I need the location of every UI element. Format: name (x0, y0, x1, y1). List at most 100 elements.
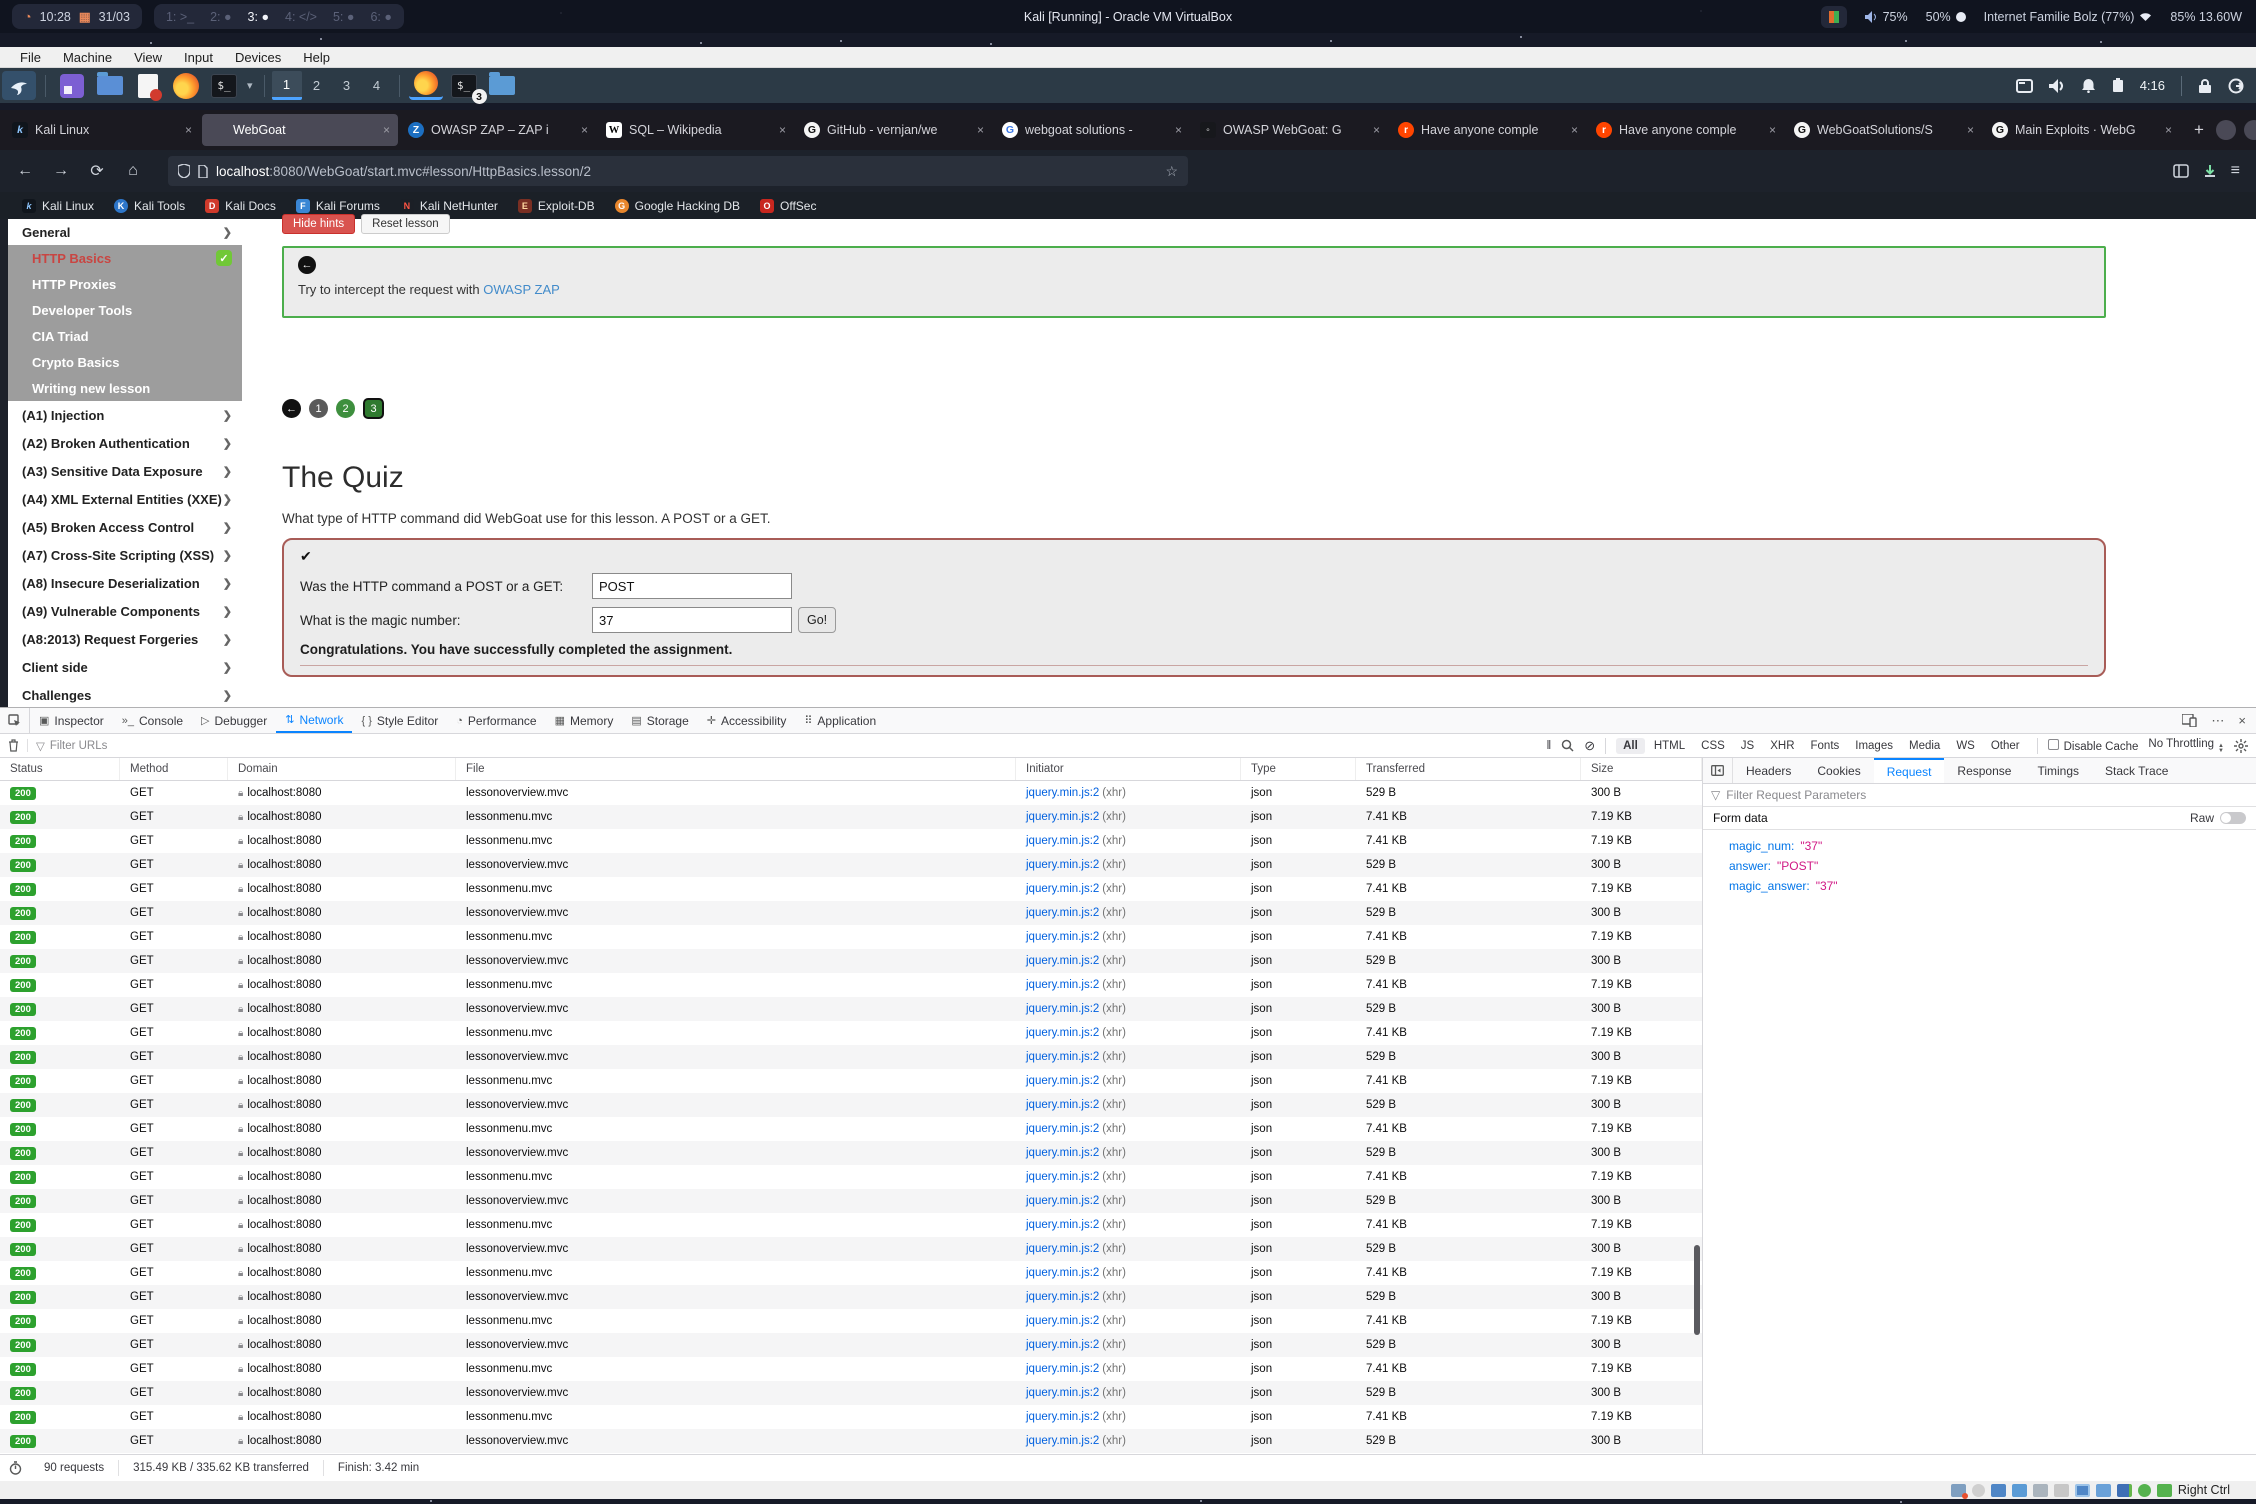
tab-close-icon[interactable]: × (977, 123, 984, 137)
audio-icon[interactable] (2049, 79, 2065, 93)
initiator-link[interactable]: jquery.min.js:2 (1026, 931, 1099, 943)
terminal-window-button[interactable]: $_3 (447, 71, 481, 100)
type-filter-pill[interactable]: All (1616, 738, 1645, 754)
vbox-recording-icon[interactable] (2096, 1484, 2111, 1497)
sidebar-category-item[interactable]: (A2) Broken Authentication ❯ (8, 429, 242, 457)
back-button[interactable]: ← (10, 157, 40, 185)
initiator-link[interactable]: jquery.min.js:2 (1026, 1435, 1099, 1447)
form-data-param[interactable]: answer: "POST" (1703, 856, 2256, 876)
app-launcher-icon[interactable] (55, 71, 89, 100)
notification-bell-icon[interactable] (2081, 78, 2096, 93)
network-request-row[interactable]: 200 GET 🔒︎localhost:8080 lessonoverview.… (0, 901, 1702, 925)
table-scrollbar[interactable] (1694, 1245, 1700, 1335)
node-picker-icon[interactable] (0, 708, 30, 733)
network-request-row[interactable]: 200 GET 🔒︎localhost:8080 lessonoverview.… (0, 1045, 1702, 1069)
tab-close-icon[interactable]: × (1373, 123, 1380, 137)
initiator-link[interactable]: jquery.min.js:2 (1026, 859, 1099, 871)
initiator-link[interactable]: jquery.min.js:2 (1026, 787, 1099, 799)
column-header[interactable]: Domain (228, 758, 456, 780)
initiator-link[interactable]: jquery.min.js:2 (1026, 811, 1099, 823)
network-request-row[interactable]: 200 GET 🔒︎localhost:8080 lessonoverview.… (0, 1381, 1702, 1405)
file-manager-icon[interactable] (93, 71, 127, 100)
browser-tab[interactable]: OWASP ZAP – ZAP i × (400, 114, 596, 146)
downloads-folder-button[interactable] (485, 71, 519, 100)
tab-close-icon[interactable]: × (383, 123, 390, 137)
initiator-link[interactable]: jquery.min.js:2 (1026, 1339, 1099, 1351)
initiator-link[interactable]: jquery.min.js:2 (1026, 835, 1099, 847)
sidebar-lesson-item[interactable]: Writing new lesson (8, 375, 242, 401)
detail-tab[interactable]: Stack Trace (2092, 758, 2181, 783)
sidebar-lesson-item[interactable]: Crypto Basics (8, 349, 242, 375)
devtools-tab[interactable]: ⠿ Application (795, 708, 885, 733)
network-request-row[interactable]: 200 GET 🔒︎localhost:8080 lessonoverview.… (0, 1333, 1702, 1357)
network-request-row[interactable]: 200 GET 🔒︎localhost:8080 lessonmenu.mvc … (0, 1357, 1702, 1381)
sidebar-lesson-item[interactable]: HTTP Basics (8, 245, 242, 271)
sidebar-item-general[interactable]: General ❯ (8, 219, 242, 245)
initiator-link[interactable]: jquery.min.js:2 (1026, 955, 1099, 967)
browser-tab[interactable]: Kali Linux × (4, 114, 200, 146)
sidebar-category-item[interactable]: Challenges ❯ (8, 681, 242, 709)
downloads-icon[interactable] (2203, 164, 2217, 178)
tab-close-icon[interactable]: × (1571, 123, 1578, 137)
sidebar-lesson-item[interactable]: HTTP Proxies (8, 271, 242, 297)
vm-workspace[interactable]: 2 (302, 71, 332, 100)
vbox-toolbox-icon[interactable] (2117, 1484, 2132, 1497)
lock-icon[interactable] (2198, 78, 2212, 94)
column-header[interactable]: Status (0, 758, 120, 780)
devtools-tab[interactable]: ✛ Accessibility (698, 708, 796, 733)
page-3-button[interactable]: 3 (363, 398, 384, 419)
network-request-row[interactable]: 200 GET 🔒︎localhost:8080 lessonoverview.… (0, 997, 1702, 1021)
initiator-link[interactable]: jquery.min.js:2 (1026, 979, 1099, 991)
initiator-link[interactable]: jquery.min.js:2 (1026, 1171, 1099, 1183)
initiator-link[interactable]: jquery.min.js:2 (1026, 1027, 1099, 1039)
tab-close-icon[interactable]: × (581, 123, 588, 137)
bookmark-item[interactable]: Google Hacking DB (607, 199, 748, 213)
form-data-section-label[interactable]: Form data (1713, 811, 1768, 825)
initiator-link[interactable]: jquery.min.js:2 (1026, 1411, 1099, 1423)
new-tab-button[interactable]: + (2182, 120, 2216, 140)
network-request-row[interactable]: 200 GET 🔒︎localhost:8080 lessonoverview.… (0, 1429, 1702, 1453)
initiator-link[interactable]: jquery.min.js:2 (1026, 1267, 1099, 1279)
network-request-row[interactable]: 200 GET 🔒︎localhost:8080 lessonmenu.mvc … (0, 1117, 1702, 1141)
sidebar-category-item[interactable]: (A3) Sensitive Data Exposure ❯ (8, 457, 242, 485)
responsive-mode-icon[interactable] (2182, 714, 2197, 727)
browser-tab[interactable]: OWASP WebGoat: G × (1192, 114, 1388, 146)
network-request-row[interactable]: 200 GET 🔒︎localhost:8080 lessonmenu.mvc … (0, 1213, 1702, 1237)
network-request-row[interactable]: 200 GET 🔒︎localhost:8080 lessonoverview.… (0, 1189, 1702, 1213)
browser-tab[interactable]: WebGoat × (202, 114, 398, 146)
vbox-menu-item[interactable]: Input (174, 50, 223, 65)
sidebar-category-item[interactable]: (A7) Cross-Site Scripting (XSS) ❯ (8, 541, 242, 569)
logout-icon[interactable] (2228, 78, 2244, 94)
type-filter-pill[interactable]: CSS (1694, 738, 1732, 754)
vbox-shared-folder-icon[interactable] (2054, 1484, 2069, 1497)
wifi-status[interactable]: Internet Familie Bolz (77%) (1984, 10, 2153, 24)
form-data-param[interactable]: magic_answer: "37" (1703, 876, 2256, 896)
vbox-menu-item[interactable]: Help (293, 50, 340, 65)
column-header[interactable]: Transferred (1356, 758, 1581, 780)
previous-page-button[interactable]: ← (282, 399, 301, 418)
initiator-link[interactable]: jquery.min.js:2 (1026, 1363, 1099, 1375)
vbox-windows-icon[interactable] (2012, 1484, 2027, 1497)
home-button[interactable]: ⌂ (118, 157, 148, 185)
tray-app-icon[interactable] (1821, 6, 1847, 28)
screenshot-icon[interactable] (2016, 79, 2033, 93)
initiator-link[interactable]: jquery.min.js:2 (1026, 1291, 1099, 1303)
detail-tab[interactable]: Request (1874, 758, 1945, 783)
initiator-link[interactable]: jquery.min.js:2 (1026, 1003, 1099, 1015)
initiator-link[interactable]: jquery.min.js:2 (1026, 907, 1099, 919)
text-editor-icon[interactable] (131, 71, 165, 100)
page-2-button[interactable]: 2 (336, 399, 355, 418)
previous-hint-icon[interactable]: ← (298, 256, 316, 274)
sidebar-lesson-item[interactable]: CIA Triad (8, 323, 242, 349)
devtools-tab[interactable]: ◔ Performance (447, 708, 545, 733)
column-header[interactable]: File (456, 758, 1016, 780)
devtools-tab[interactable]: ▣ Inspector (30, 708, 113, 733)
vbox-features-icon[interactable] (2138, 1484, 2151, 1497)
initiator-link[interactable]: jquery.min.js:2 (1026, 1387, 1099, 1399)
vm-workspace[interactable]: 4 (362, 71, 392, 100)
vbox-menu-item[interactable]: Machine (53, 50, 122, 65)
type-filter-pill[interactable]: HTML (1647, 738, 1692, 754)
sidebar-category-item[interactable]: (A5) Broken Access Control ❯ (8, 513, 242, 541)
page-1-button[interactable]: 1 (309, 399, 328, 418)
type-filter-pill[interactable]: Fonts (1804, 738, 1847, 754)
